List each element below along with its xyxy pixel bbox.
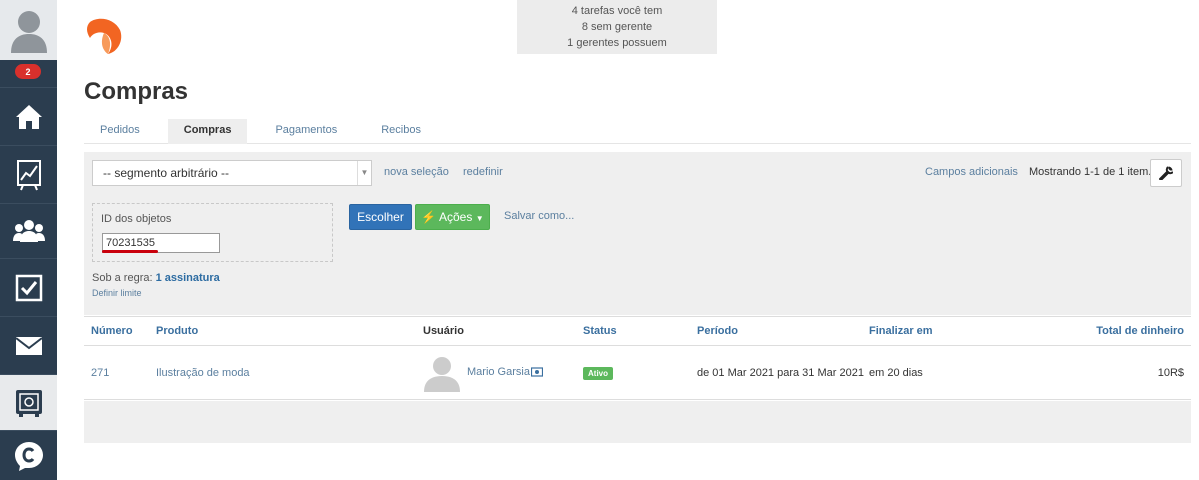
spellcheck-underline xyxy=(102,250,158,253)
status-badge: Ativo xyxy=(583,367,613,380)
cell-produto[interactable]: Ilustração de moda xyxy=(156,367,250,379)
mail-icon xyxy=(14,336,43,355)
chevron-down-icon: ▼ xyxy=(357,161,371,185)
tab-bar: Pedidos Compras Pagamentos Recibos xyxy=(84,119,1191,144)
notification-badge[interactable]: 2 xyxy=(15,64,41,79)
object-id-filter: ID dos objetos xyxy=(92,203,333,262)
column-header-numero[interactable]: Número xyxy=(91,325,133,337)
additional-fields-link[interactable]: Campos adicionais xyxy=(925,166,1018,178)
cell-total: 10R$ xyxy=(1157,367,1184,379)
chat-icon xyxy=(14,441,43,471)
segment-select[interactable]: -- segmento arbitrário -- ▼ xyxy=(92,160,372,186)
column-header-periodo[interactable]: Período xyxy=(697,325,738,337)
column-header-usuario: Usuário xyxy=(423,325,464,337)
sidebar-item-sales[interactable] xyxy=(0,374,57,430)
rule-info: Sob a regra: 1 assinatura xyxy=(92,272,220,284)
task-notification-box[interactable]: 4 tarefas você tem 8 sem gerente 1 geren… xyxy=(517,0,717,54)
filter-panel: -- segmento arbitrário -- ▼ nova seleção… xyxy=(84,152,1191,315)
table-header: Número Produto Usuário Status Período Fi… xyxy=(84,316,1191,346)
lightning-icon: ⚡ xyxy=(421,210,437,224)
column-header-total[interactable]: Total de dinheiro xyxy=(1096,325,1184,337)
cell-numero[interactable]: 271 xyxy=(91,367,109,379)
rule-prefix: Sob a regra: xyxy=(92,272,156,284)
table-row: 271 Ilustração de moda Mario Garsia Ativ… xyxy=(84,346,1191,400)
sidebar-item-mail[interactable] xyxy=(0,316,57,374)
home-icon xyxy=(15,104,42,129)
notification-no-manager: 8 sem gerente xyxy=(581,21,653,33)
sidebar-item-chat[interactable] xyxy=(0,430,57,480)
settings-button[interactable] xyxy=(1150,159,1182,187)
results-count: Mostrando 1-1 de 1 item. xyxy=(1029,166,1152,178)
cell-usuario[interactable]: Mario Garsia xyxy=(467,366,530,378)
sidebar-item-home[interactable] xyxy=(0,87,57,145)
user-avatar[interactable] xyxy=(0,0,57,60)
new-selection-link[interactable]: nova seleção xyxy=(384,166,449,178)
choose-button[interactable]: Escolher xyxy=(349,204,412,230)
tab-pedidos[interactable]: Pedidos xyxy=(84,119,156,144)
sidebar-item-tasks[interactable] xyxy=(0,258,57,316)
chart-icon xyxy=(16,159,41,190)
sidebar: 2 xyxy=(0,0,57,480)
column-header-status[interactable]: Status xyxy=(583,325,617,337)
sidebar-item-users[interactable] xyxy=(0,203,57,258)
rule-link[interactable]: 1 assinatura xyxy=(156,272,220,284)
column-header-finalizar[interactable]: Finalizar em xyxy=(869,325,933,337)
caret-down-icon: ▼ xyxy=(475,214,484,223)
reset-link[interactable]: redefinir xyxy=(463,166,503,178)
table-footer xyxy=(84,401,1191,443)
set-limit-link[interactable]: Definir limite xyxy=(92,288,142,298)
checkbox-icon xyxy=(15,274,42,301)
actions-button-label: Ações xyxy=(439,210,473,224)
safe-icon xyxy=(15,389,42,417)
notification-tasks: 4 tarefas você tem xyxy=(571,5,663,17)
wrench-icon xyxy=(1159,166,1173,180)
tab-recibos[interactable]: Recibos xyxy=(365,119,437,144)
save-as-link[interactable]: Salvar como... xyxy=(504,210,574,222)
cell-periodo: de 01 Mar 2021 para 31 Mar 2021 xyxy=(697,367,864,379)
tab-pagamentos[interactable]: Pagamentos xyxy=(259,119,353,144)
logo-icon xyxy=(87,18,122,55)
user-avatar-icon xyxy=(424,357,460,392)
users-icon xyxy=(12,220,45,242)
money-icon xyxy=(531,367,543,377)
actions-button[interactable]: ⚡ Ações ▼ xyxy=(415,204,490,230)
cell-finalizar: em 20 dias xyxy=(869,367,923,379)
sidebar-item-reports[interactable] xyxy=(0,145,57,203)
notification-managers: 1 gerentes possuem xyxy=(567,37,667,49)
segment-select-value: -- segmento arbitrário -- xyxy=(103,166,230,180)
page-title: Compras xyxy=(84,78,189,105)
tab-compras[interactable]: Compras xyxy=(167,119,248,144)
app-logo[interactable] xyxy=(84,16,124,59)
column-header-produto[interactable]: Produto xyxy=(156,325,198,337)
user-avatar-icon xyxy=(10,11,47,53)
object-id-label: ID dos objetos xyxy=(101,213,172,225)
